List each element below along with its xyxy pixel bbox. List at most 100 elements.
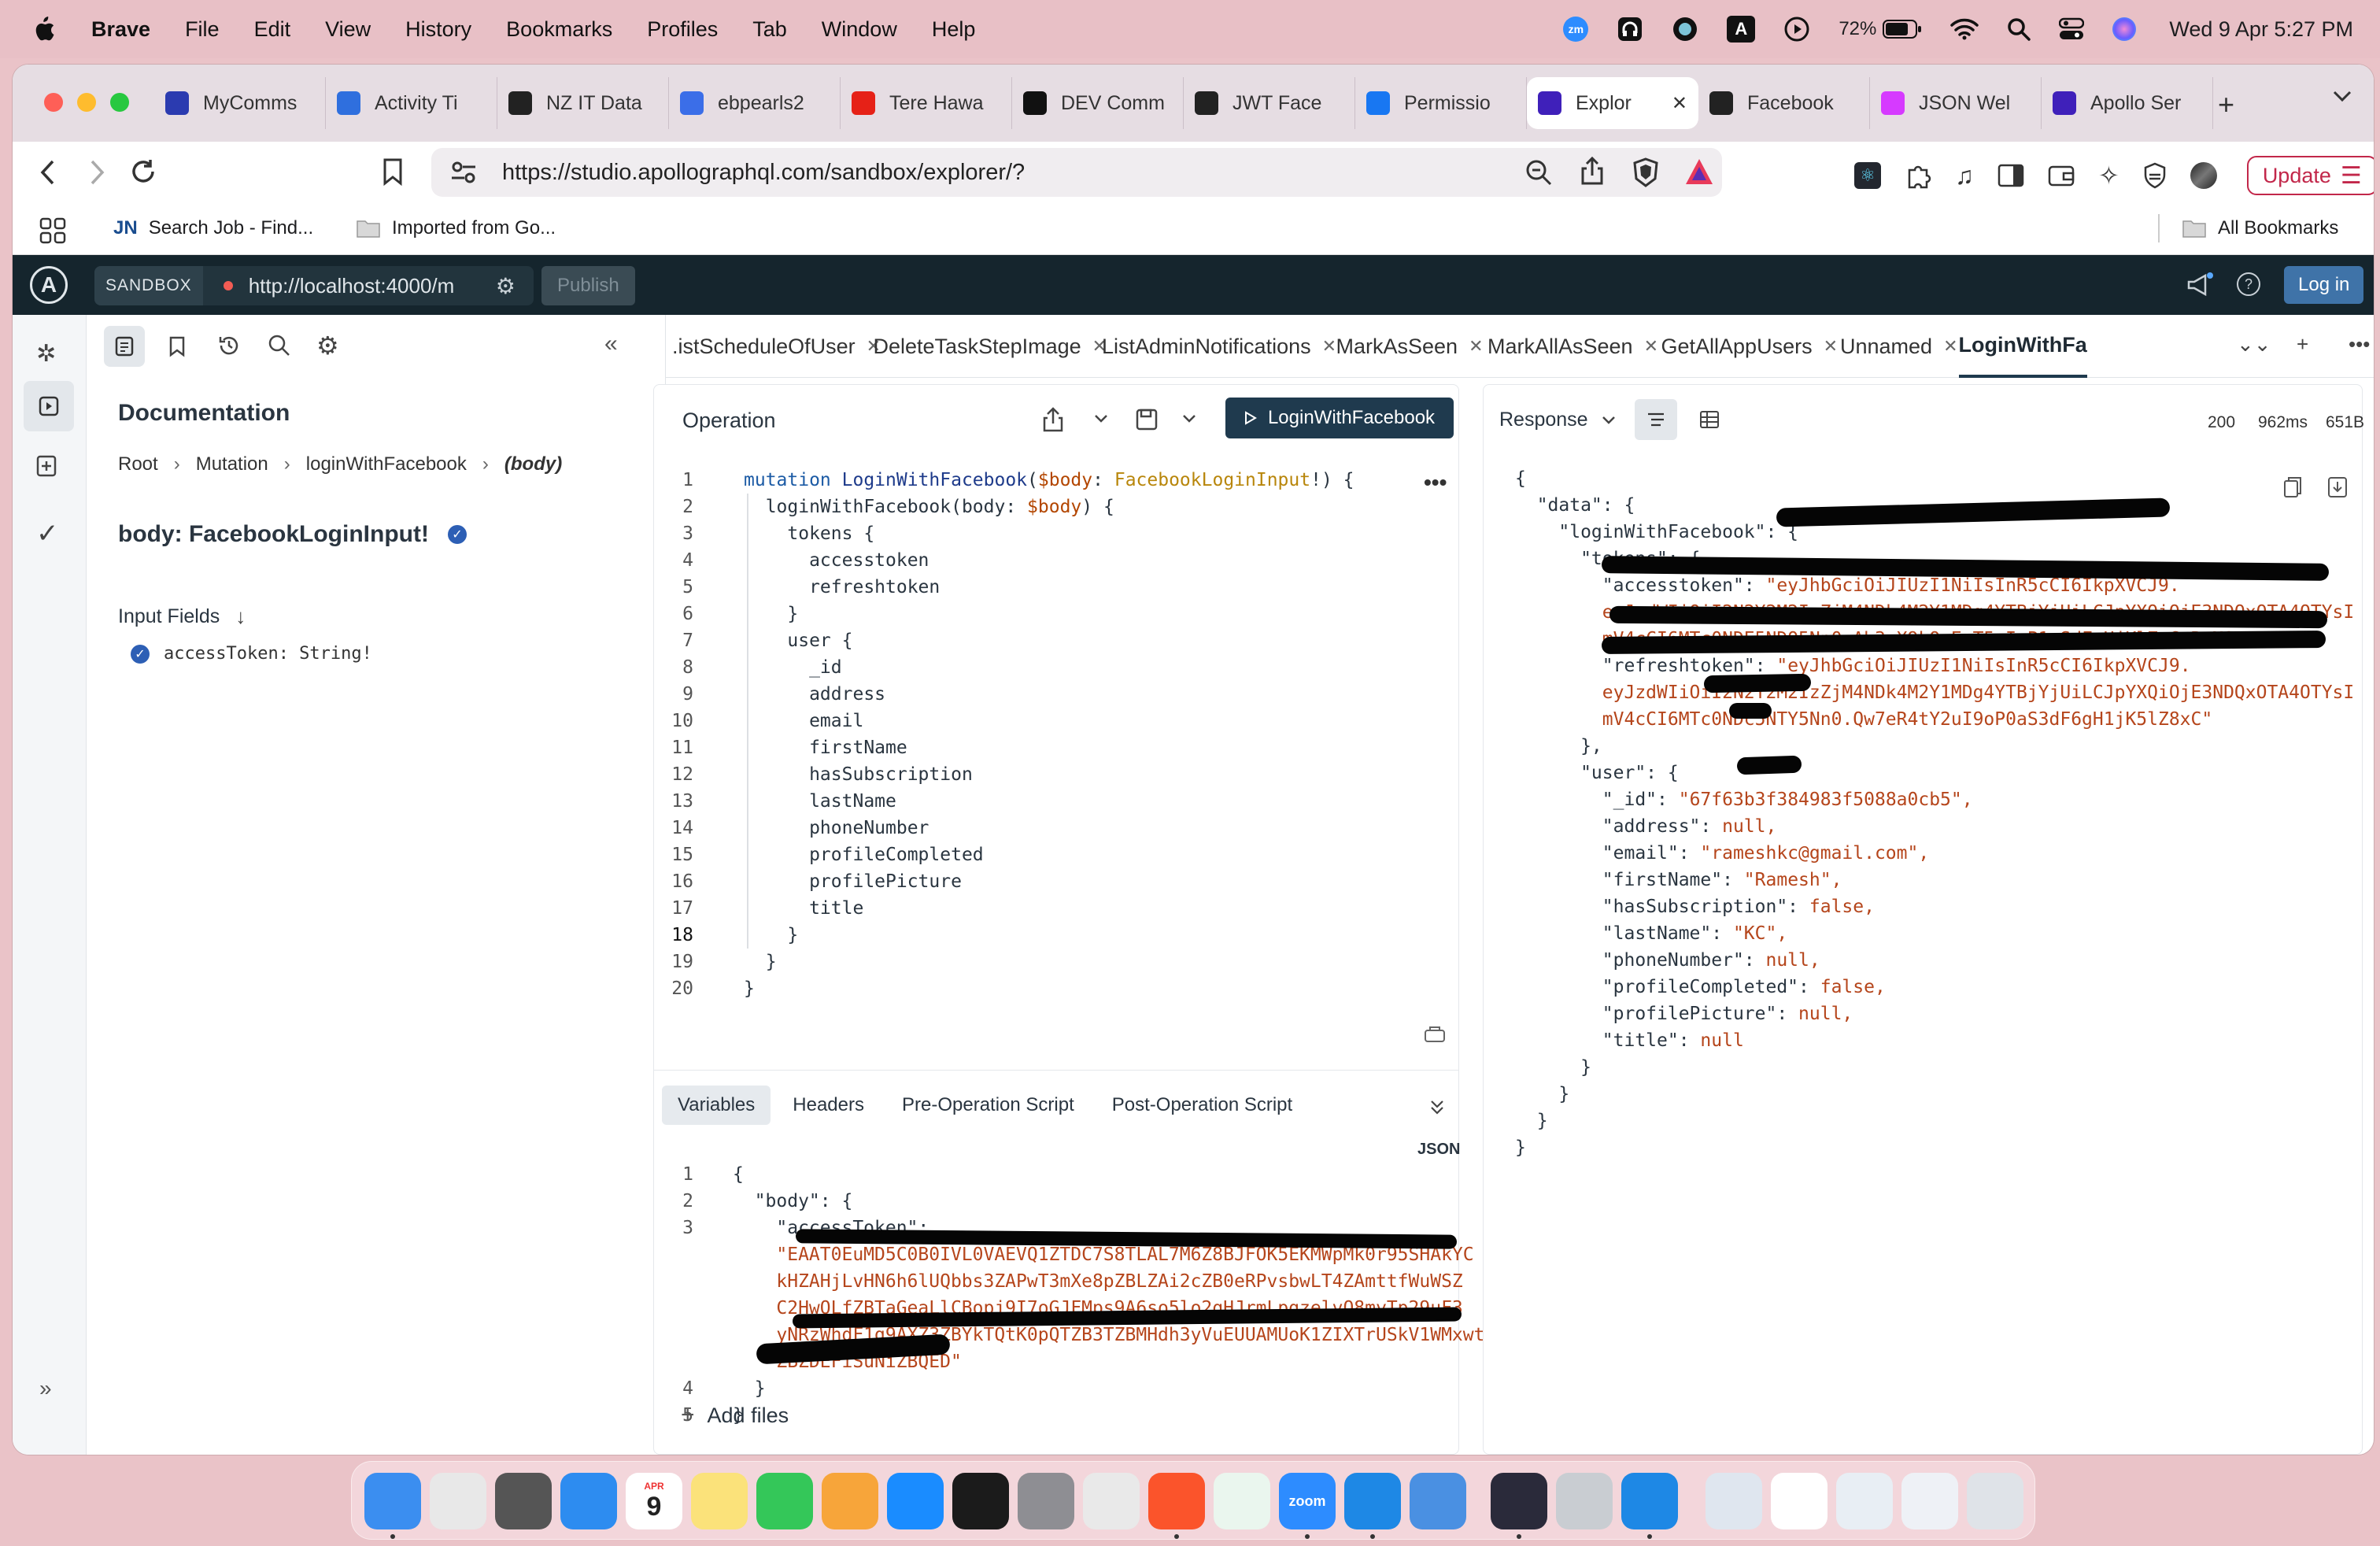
- expand-rail-icon[interactable]: »: [39, 1376, 52, 1401]
- close-tab-icon[interactable]: ✕: [1943, 336, 1957, 357]
- browser-tab[interactable]: ebpearls2: [669, 77, 841, 129]
- control-center-icon[interactable]: [2059, 17, 2085, 41]
- share-chevron-icon[interactable]: [1093, 413, 1109, 424]
- operation-tab[interactable]: MarkAsSeen ✕: [1336, 315, 1484, 378]
- headphones-status-icon[interactable]: [1617, 16, 1643, 43]
- bookmark-tab-icon[interactable]: [168, 335, 186, 357]
- tab-list-chevron-icon[interactable]: [2331, 88, 2353, 104]
- menu-profiles[interactable]: Profiles: [647, 17, 718, 42]
- browser-tab[interactable]: NZ IT Data: [497, 77, 669, 129]
- vscode-icon[interactable]: [1344, 1473, 1401, 1529]
- url-text[interactable]: https://studio.apollographql.com/sandbox…: [502, 160, 1025, 186]
- screenshot-thumb-4[interactable]: [1901, 1473, 1958, 1529]
- app-name[interactable]: Brave: [91, 17, 150, 42]
- endpoint-settings-icon[interactable]: ⚙: [496, 273, 516, 299]
- apple-menu-icon[interactable]: [31, 16, 55, 43]
- launchpad-icon[interactable]: [430, 1473, 486, 1529]
- wallet-icon[interactable]: [2048, 164, 2075, 187]
- close-tab-icon[interactable]: ✕: [1469, 336, 1483, 357]
- publish-button[interactable]: Publish: [541, 266, 635, 305]
- browser-tab[interactable]: JSON Wel: [1870, 77, 2042, 129]
- new-tab-icon[interactable]: +: [2218, 88, 2234, 121]
- media-icon[interactable]: ♫: [1955, 161, 1974, 190]
- menu-view[interactable]: View: [325, 17, 371, 42]
- brave-shields-icon[interactable]: [1632, 157, 1659, 187]
- site-settings-icon[interactable]: [450, 161, 477, 184]
- browser-tab[interactable]: Tere Hawa: [841, 77, 1012, 129]
- browser-tab[interactable]: MyComms: [154, 77, 326, 129]
- numbers-icon[interactable]: [756, 1473, 813, 1529]
- save-chevron-icon[interactable]: [1181, 413, 1197, 424]
- announcements-icon[interactable]: [2186, 272, 2213, 298]
- close-tab-icon[interactable]: ✕: [1322, 336, 1336, 357]
- table-view-icon[interactable]: [1699, 410, 1720, 429]
- reload-icon[interactable]: [129, 157, 157, 186]
- browser-tab[interactable]: DEV Comm: [1012, 77, 1184, 129]
- menu-file[interactable]: File: [185, 17, 220, 42]
- battery-status[interactable]: 72%: [1839, 18, 1922, 40]
- vscode-icon-2[interactable]: [1621, 1473, 1678, 1529]
- calendar-icon[interactable]: APR 9: [626, 1473, 682, 1529]
- json-view-icon[interactable]: [1635, 399, 1677, 440]
- field-row[interactable]: ✓ accessToken: String!: [131, 644, 372, 664]
- menu-bookmarks[interactable]: Bookmarks: [506, 17, 612, 42]
- address-bar[interactable]: https://studio.apollographql.com/sandbox…: [431, 148, 1722, 197]
- collapse-variables-icon[interactable]: [1428, 1098, 1446, 1115]
- close-tab-icon[interactable]: ✕: [1672, 92, 1687, 115]
- help-icon[interactable]: ?: [2237, 272, 2260, 296]
- variables-editor[interactable]: 1{2 "body": {3 "accessToken": "EAAT0EuMD…: [654, 1161, 1484, 1429]
- bookmark-imported[interactable]: Imported from Go...: [356, 217, 556, 239]
- apps-grid-icon[interactable]: [39, 217, 66, 244]
- font-status-icon[interactable]: A: [1727, 16, 1756, 43]
- siri-icon[interactable]: [2112, 17, 2137, 41]
- close-window-button[interactable]: [44, 93, 63, 112]
- spotlight-icon[interactable]: [2007, 17, 2031, 41]
- disk-utility-icon[interactable]: [1556, 1473, 1613, 1529]
- close-tab-icon[interactable]: ✕: [1824, 336, 1838, 357]
- add-files-button[interactable]: + Add files: [681, 1402, 789, 1429]
- extensions-puzzle-icon[interactable]: [1905, 162, 1931, 189]
- menu-tab[interactable]: Tab: [752, 17, 787, 42]
- clock[interactable]: Wed 9 Apr 5:27 PM: [2169, 17, 2353, 42]
- trash-icon[interactable]: [1967, 1473, 2023, 1529]
- menu-edit[interactable]: Edit: [254, 17, 291, 42]
- cloud-icon[interactable]: [1410, 1473, 1466, 1529]
- response-dropdown[interactable]: Response: [1499, 409, 1617, 431]
- operation-tab[interactable]: GetAllAppUsers ✕: [1661, 315, 1839, 378]
- save-operation-icon[interactable]: [1136, 409, 1158, 431]
- history-icon[interactable]: [217, 334, 241, 357]
- prettify-icon[interactable]: [1424, 1024, 1446, 1043]
- browser-tab[interactable]: Permissio: [1355, 77, 1527, 129]
- terminal-icon[interactable]: [952, 1473, 1009, 1529]
- system-settings-icon[interactable]: [1018, 1473, 1074, 1529]
- json-label[interactable]: JSON: [1417, 1141, 1460, 1159]
- brave-rewards-icon[interactable]: [1684, 157, 1714, 186]
- script-editor-icon[interactable]: [1083, 1473, 1140, 1529]
- operation-tab[interactable]: Unnamed ✕: [1840, 315, 1958, 378]
- share-operation-icon[interactable]: [1043, 407, 1063, 432]
- more-options-icon[interactable]: •••: [1424, 470, 1447, 495]
- settings-gear-icon[interactable]: ⚙: [316, 331, 339, 361]
- update-button[interactable]: Update ☰: [2246, 156, 2374, 195]
- screenshot-thumb-1[interactable]: [1706, 1473, 1762, 1529]
- finder-icon[interactable]: [364, 1473, 421, 1529]
- more-tabs-icon[interactable]: •••: [2349, 332, 2370, 357]
- bookmark-page-icon[interactable]: [382, 157, 403, 186]
- endpoint-input[interactable]: http://localhost:4000/m: [249, 274, 485, 298]
- maximize-window-button[interactable]: [110, 93, 129, 112]
- operation-editor[interactable]: 1 mutation LoginWithFacebook($body: Faceb…: [654, 467, 1441, 1002]
- breadcrumb-mutation[interactable]: Mutation: [196, 453, 268, 475]
- explorer-nav-icon[interactable]: [24, 381, 74, 431]
- safari-icon[interactable]: [560, 1473, 617, 1529]
- docs-tab-icon[interactable]: [104, 326, 145, 367]
- sidebar-icon[interactable]: [1998, 164, 2024, 187]
- play-status-icon[interactable]: [1783, 16, 1810, 43]
- run-operation-button[interactable]: LoginWithFacebook: [1225, 398, 1454, 438]
- forward-icon[interactable]: [88, 159, 105, 186]
- variables-tab-2[interactable]: Pre-Operation Script: [886, 1086, 1090, 1125]
- browser-tab[interactable]: JWT Face: [1184, 77, 1355, 129]
- operation-tab[interactable]: DeleteTaskStepImage ✕: [874, 315, 1107, 378]
- all-bookmarks[interactable]: All Bookmarks: [2182, 217, 2338, 239]
- breadcrumb-field[interactable]: loginWithFacebook: [306, 453, 467, 475]
- calculator-icon[interactable]: [495, 1473, 552, 1529]
